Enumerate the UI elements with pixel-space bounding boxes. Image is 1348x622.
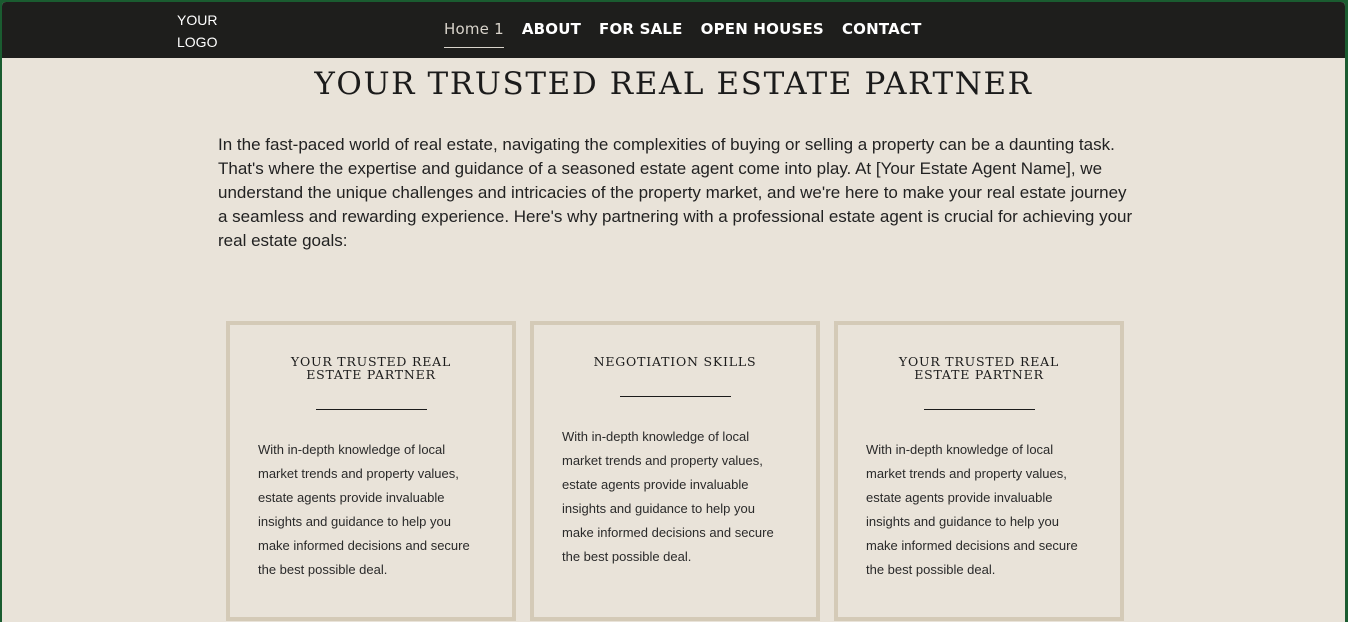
page-title: YOUR TRUSTED REAL ESTATE PARTNER bbox=[314, 66, 1033, 102]
card-title: YOUR TRUSTED REAL ESTATE PARTNER bbox=[898, 354, 1060, 382]
navbar: YOUR LOGO Home 1 ABOUT FOR SALE OPEN HOU… bbox=[2, 2, 1345, 58]
nav-contact[interactable]: CONTACT bbox=[842, 20, 922, 48]
feature-card: NEGOTIATION SKILLS With in-depth knowled… bbox=[530, 321, 820, 621]
feature-card: YOUR TRUSTED REAL ESTATE PARTNER With in… bbox=[834, 321, 1124, 621]
card-divider bbox=[923, 409, 1035, 410]
card-title: NEGOTIATION SKILLS bbox=[593, 354, 757, 369]
main-nav: Home 1 ABOUT FOR SALE OPEN HOUSES CONTAC… bbox=[444, 20, 922, 48]
card-divider bbox=[315, 409, 427, 410]
nav-about[interactable]: ABOUT bbox=[522, 20, 581, 48]
card-title: YOUR TRUSTED REAL ESTATE PARTNER bbox=[290, 354, 452, 382]
nav-for-sale[interactable]: FOR SALE bbox=[599, 20, 683, 48]
page-frame: YOUR LOGO Home 1 ABOUT FOR SALE OPEN HOU… bbox=[2, 2, 1345, 622]
card-text: With in-depth knowledge of local market … bbox=[866, 442, 1078, 577]
nav-open-houses[interactable]: OPEN HOUSES bbox=[701, 20, 824, 48]
intro-paragraph: In the fast-paced world of real estate, … bbox=[218, 135, 1133, 250]
feature-card: YOUR TRUSTED REAL ESTATE PARTNER With in… bbox=[226, 321, 516, 621]
site-logo[interactable]: YOUR LOGO bbox=[177, 9, 217, 53]
card-text: With in-depth knowledge of local market … bbox=[258, 442, 470, 577]
nav-home[interactable]: Home 1 bbox=[444, 20, 504, 48]
logo-line-2: LOGO bbox=[177, 34, 218, 50]
card-divider bbox=[619, 396, 731, 397]
card-text: With in-depth knowledge of local market … bbox=[562, 429, 774, 564]
logo-line-1: YOUR bbox=[177, 12, 218, 28]
